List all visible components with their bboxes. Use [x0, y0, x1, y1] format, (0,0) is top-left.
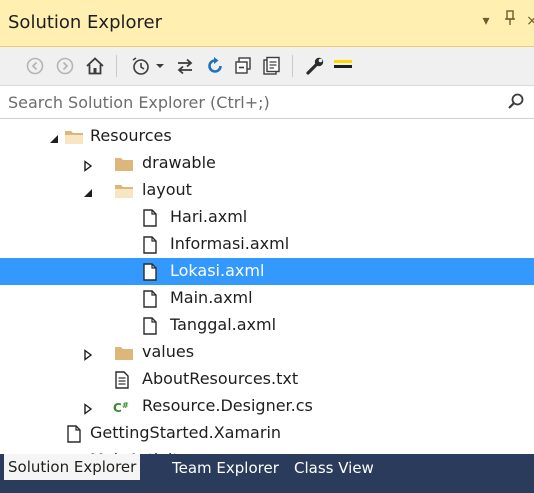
bottom-tab-strip: Solution Explorer Team Explorer Class Vi…	[0, 454, 534, 493]
tab-team-explorer[interactable]: Team Explorer	[168, 456, 283, 480]
tree-item-label: drawable	[142, 153, 216, 172]
tree-item-label: layout	[142, 180, 192, 199]
tree-item[interactable]: C # Resource.Designer.cs	[0, 393, 534, 420]
collapsed-arrow-icon[interactable]	[82, 400, 94, 415]
search-icon[interactable]	[506, 92, 526, 112]
file-icon	[140, 289, 160, 309]
collapse-all-icon[interactable]	[230, 53, 256, 79]
tree-item-label: Resource.Designer.cs	[142, 396, 313, 415]
pin-icon[interactable]	[500, 10, 520, 32]
tree-item-label: Lokasi.axml	[170, 261, 265, 280]
toolbar	[0, 47, 534, 86]
tree-item[interactable]: drawable	[0, 150, 534, 177]
search-input[interactable]	[4, 88, 512, 116]
window-position-dropdown-icon[interactable]: ▾	[476, 10, 496, 32]
dropdown-icon[interactable]	[152, 53, 168, 79]
tree-item[interactable]: GettingStarted.Xamarin	[0, 420, 534, 447]
csharp-file-icon: C#	[112, 397, 132, 417]
tree-item-label: Resources	[90, 126, 172, 145]
collapsed-arrow-icon[interactable]	[82, 346, 94, 361]
title-bar: Solution Explorer ▾ ×	[0, 0, 534, 47]
tree-item[interactable]: Informasi.axml	[0, 231, 534, 258]
properties-icon[interactable]	[302, 53, 328, 79]
forward-icon[interactable]	[52, 53, 78, 79]
tree-item-label: Informasi.axml	[170, 234, 290, 253]
search-bar	[0, 86, 534, 119]
refresh-icon[interactable]	[202, 53, 228, 79]
tree-item-label: GettingStarted.Xamarin	[90, 423, 282, 442]
solution-explorer-panel: Solution Explorer ▾ × Search Solution Ex…	[0, 0, 534, 493]
file-icon	[64, 424, 84, 444]
tree-item[interactable]: AboutResources.txt	[0, 366, 534, 393]
toolbar-separator	[292, 55, 293, 77]
file-icon	[140, 235, 160, 255]
tree-item[interactable]: layout	[0, 177, 534, 204]
expanded-arrow-icon[interactable]	[48, 130, 60, 143]
show-all-files-icon[interactable]	[258, 53, 284, 79]
home-icon[interactable]	[82, 53, 108, 79]
tree-item-label: values	[142, 342, 195, 361]
tree-item-label: Main.axml	[170, 288, 253, 307]
text-file-icon	[112, 370, 132, 390]
back-icon[interactable]	[22, 53, 48, 79]
panel-title: Solution Explorer	[8, 12, 162, 33]
history-icon[interactable]	[128, 53, 154, 79]
sync-icon[interactable]	[172, 53, 198, 79]
tree-item-label: Tanggal.axml	[170, 315, 277, 334]
preview-icon[interactable]	[330, 53, 356, 79]
tree-item[interactable]: Resources	[0, 123, 534, 150]
file-icon	[140, 208, 160, 228]
tree-item[interactable]: Main.axml	[0, 285, 534, 312]
folder-icon	[114, 343, 134, 363]
collapsed-arrow-icon[interactable]	[82, 157, 94, 172]
solution-tree: Resources drawable layout Hari.axml Informas…	[0, 119, 534, 454]
close-icon[interactable]: ×	[522, 10, 534, 32]
tree-item[interactable]: Hari.axml	[0, 204, 534, 231]
file-icon	[140, 316, 160, 336]
folder-icon	[114, 154, 134, 174]
tab-solution-explorer[interactable]: Solution Explorer	[4, 454, 141, 480]
tree-item[interactable]: Tanggal.axml	[0, 312, 534, 339]
tree-item[interactable]: Lokasi.axml	[0, 258, 534, 285]
folder-open-icon	[114, 181, 134, 201]
svg-text:#: #	[122, 401, 129, 410]
toolbar-separator	[116, 55, 117, 77]
tree-item[interactable]: C#MainActivity.cs	[0, 447, 534, 454]
tab-class-view[interactable]: Class View	[290, 456, 378, 480]
tree-item-label: Hari.axml	[170, 207, 248, 226]
svg-text:C: C	[113, 401, 122, 415]
folder-open-icon	[64, 127, 84, 147]
tree-item-label: AboutResources.txt	[142, 369, 299, 388]
expanded-arrow-icon[interactable]	[82, 184, 94, 197]
file-icon	[140, 262, 160, 282]
tree-item[interactable]: values	[0, 339, 534, 366]
